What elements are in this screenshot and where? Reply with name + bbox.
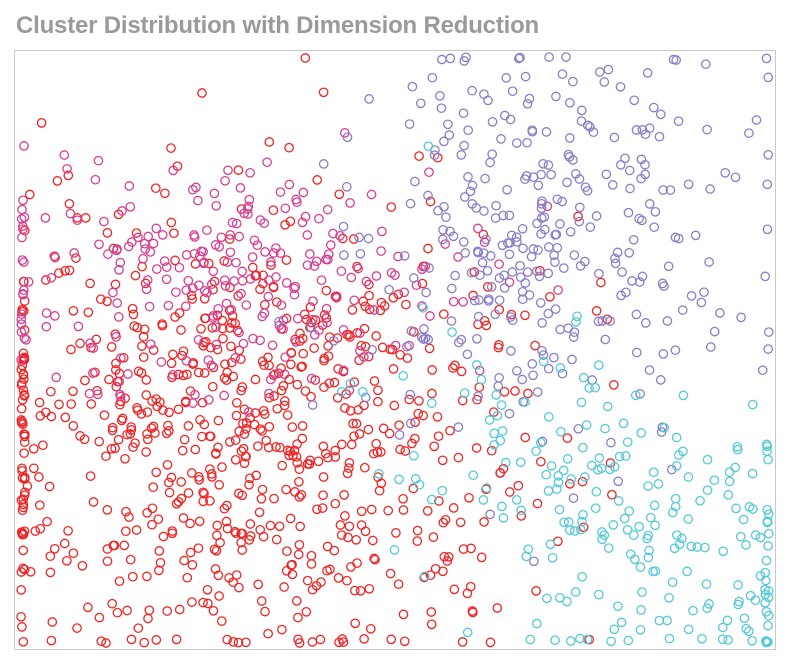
scatter-plot bbox=[15, 51, 775, 649]
chart-container: Cluster Distribution with Dimension Redu… bbox=[0, 0, 792, 664]
page-title: Cluster Distribution with Dimension Redu… bbox=[16, 12, 778, 40]
series-cluster-violet bbox=[275, 53, 773, 566]
series-cluster-red bbox=[17, 54, 618, 647]
scatter-plot-frame bbox=[14, 50, 776, 650]
series-cluster-cyan bbox=[338, 142, 774, 647]
